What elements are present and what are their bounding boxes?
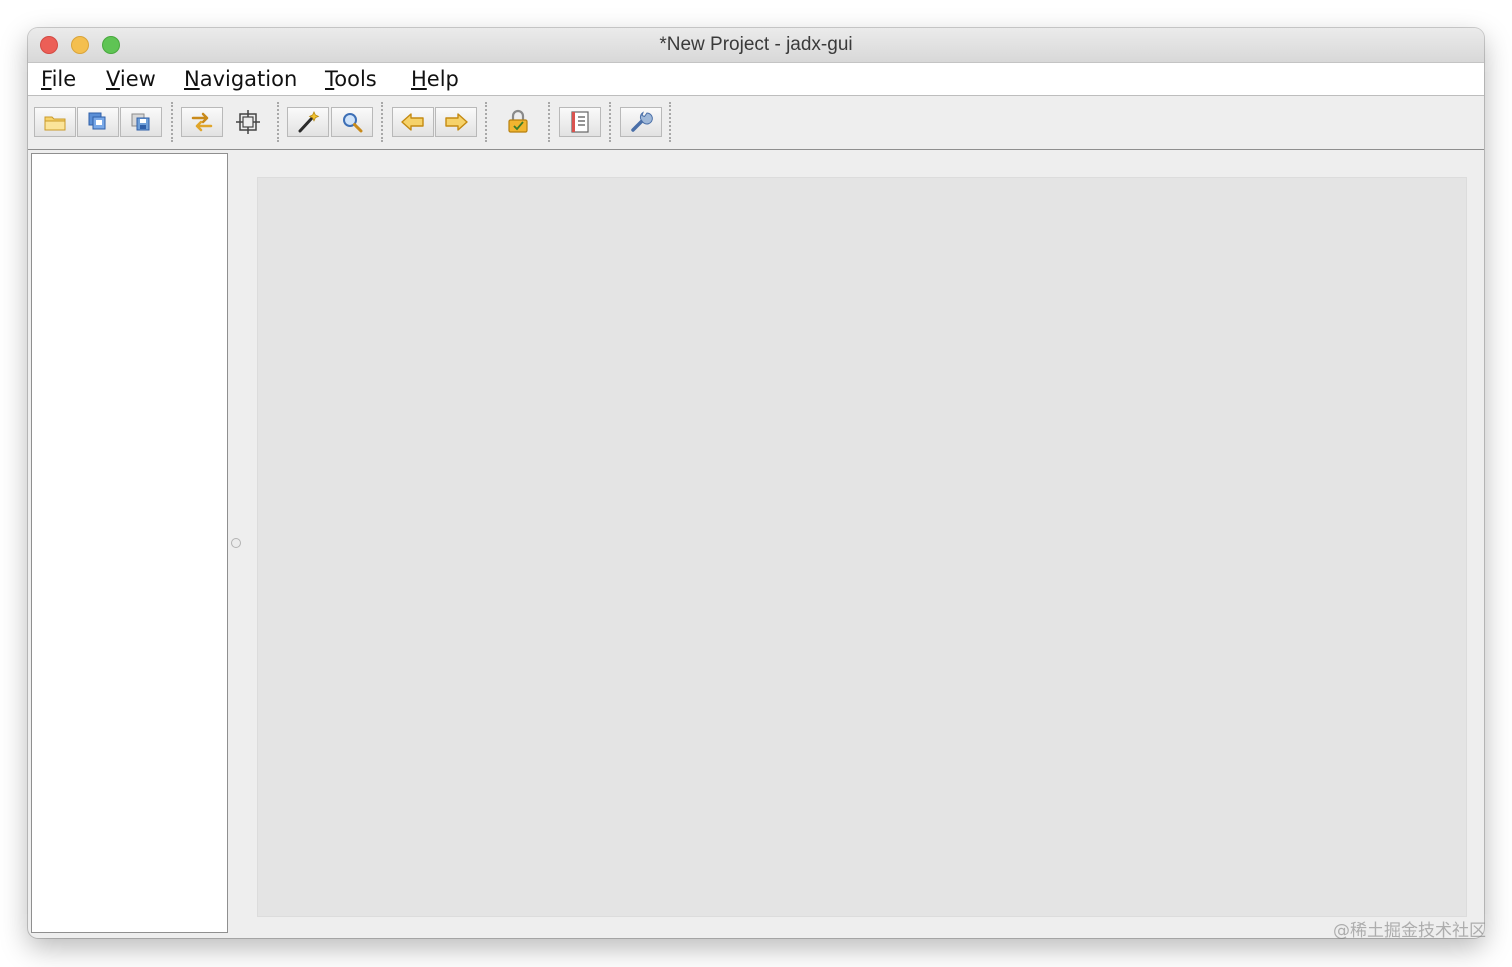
sync-button[interactable] (181, 107, 223, 137)
flatten-packages-icon (236, 110, 260, 134)
editor-content-area (257, 177, 1467, 917)
open-file-button[interactable] (34, 107, 76, 137)
back-arrow-icon (401, 113, 424, 131)
add-files-icon (88, 112, 106, 130)
menu-file[interactable]: File (41, 63, 76, 95)
toolbar-separator (669, 102, 671, 142)
menu-bar: File View Navigation Tools Help (28, 63, 1484, 96)
project-tree-panel[interactable] (31, 153, 228, 933)
forward-arrow-icon (445, 113, 468, 131)
open-folder-icon (44, 116, 66, 131)
flatten-packages-button[interactable] (227, 107, 269, 137)
preferences-button[interactable] (620, 107, 662, 137)
menu-help[interactable]: Help (411, 63, 459, 95)
title-bar[interactable]: *New Project - jadx-gui (28, 28, 1484, 63)
log-viewer-button[interactable] (559, 107, 601, 137)
toolbar-separator (485, 102, 487, 142)
toolbar-separator (381, 102, 383, 142)
save-all-icon (131, 113, 150, 131)
app-window: *New Project - jadx-gui File View Naviga… (28, 28, 1484, 938)
toolbar (28, 96, 1484, 150)
deobfuscation-lock-icon (508, 109, 528, 133)
log-viewer-icon (571, 111, 589, 133)
decompile-button[interactable] (287, 107, 329, 137)
decompile-wand-icon (298, 111, 320, 133)
toolbar-separator (277, 102, 279, 142)
menu-tools[interactable]: Tools (325, 63, 377, 95)
toolbar-separator (548, 102, 550, 142)
toolbar-separator (171, 102, 173, 142)
menu-view[interactable]: View (106, 63, 156, 95)
toolbar-separator (609, 102, 611, 142)
menu-navigation[interactable]: Navigation (184, 63, 297, 95)
divider-handle-icon[interactable] (231, 538, 241, 548)
deobfuscation-button[interactable] (497, 107, 539, 137)
back-button[interactable] (392, 107, 434, 137)
forward-button[interactable] (435, 107, 477, 137)
watermark-text: @稀土掘金技术社区 (1333, 921, 1486, 941)
search-button[interactable] (331, 107, 373, 137)
window-title: *New Project - jadx-gui (659, 34, 853, 55)
sync-icon (191, 112, 213, 132)
search-icon (343, 113, 363, 133)
preferences-wrench-icon (631, 111, 653, 132)
save-all-button[interactable] (120, 107, 162, 137)
add-files-button[interactable] (77, 107, 119, 137)
